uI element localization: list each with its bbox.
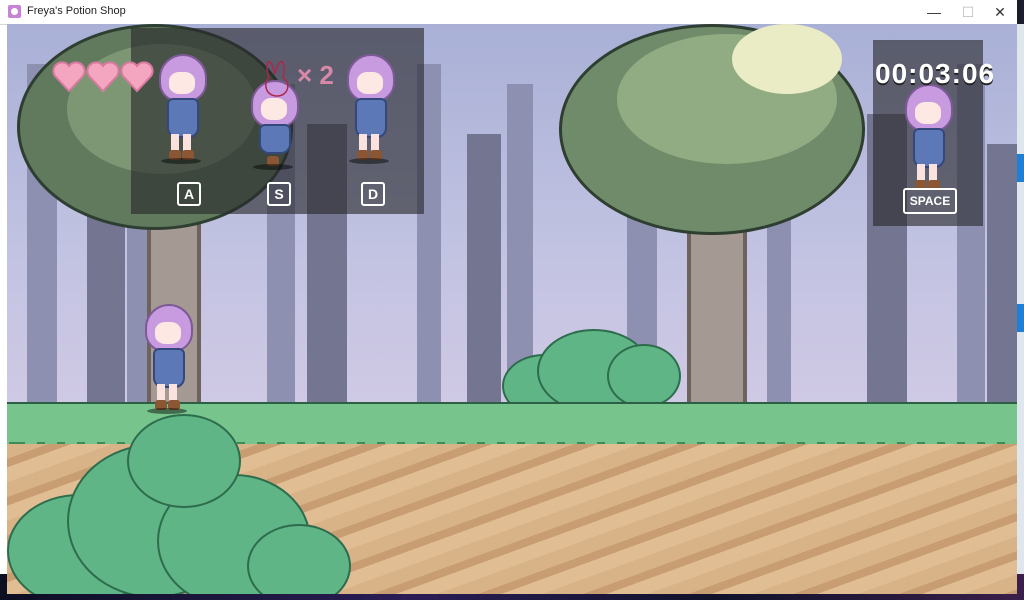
dash-pose-character [343, 54, 395, 164]
key-a-hint: A [177, 182, 201, 206]
maximize-button[interactable]: ☐ [951, 0, 985, 24]
title-bar[interactable]: Freya's Potion Shop — ☐ ✕ [0, 0, 1017, 25]
window-title: Freya's Potion Shop [27, 5, 126, 17]
elapsed-timer: 00:03:06 [875, 58, 996, 89]
player-character [141, 304, 193, 414]
heart-icon [86, 61, 120, 93]
move-pose-character [155, 54, 207, 164]
minimize-button[interactable]: — [917, 0, 951, 24]
key-space-hint: SPACE [903, 188, 957, 214]
game-window: Freya's Potion Shop — ☐ ✕ A S D × 2 SPAC… [0, 0, 1017, 594]
key-s-hint: S [267, 182, 291, 206]
heart-icon [120, 61, 154, 93]
jump-pose-character [901, 84, 953, 194]
desktop-tab [1017, 154, 1024, 182]
desktop-strip-right [1017, 24, 1024, 574]
item-multiplier: × 2 [297, 60, 334, 90]
close-button[interactable]: ✕ [983, 0, 1017, 24]
heart-icon [52, 61, 86, 93]
game-viewport[interactable]: A S D × 2 SPACE 00:03:06 [7, 24, 1017, 594]
app-icon [8, 5, 21, 18]
key-d-hint: D [361, 182, 385, 206]
desktop-tab [1017, 304, 1024, 332]
bunny-outline-icon [264, 61, 289, 97]
